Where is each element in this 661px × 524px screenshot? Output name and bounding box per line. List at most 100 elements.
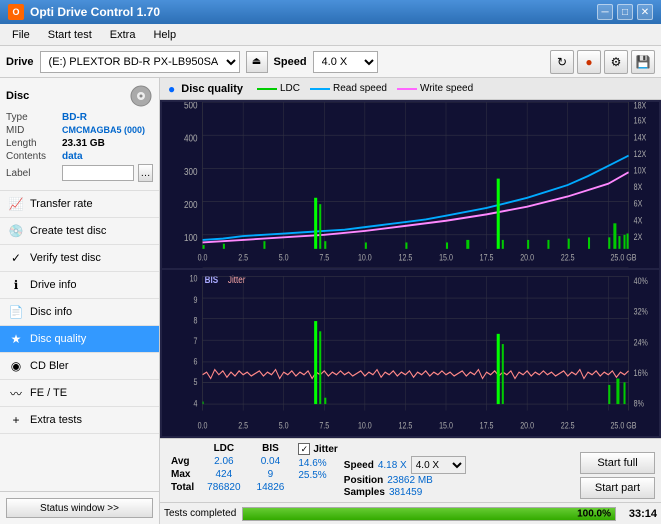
nav-disc-quality[interactable]: ★ Disc quality bbox=[0, 326, 159, 353]
lower-chart: BIS Jitter bbox=[162, 270, 659, 436]
svg-text:8: 8 bbox=[194, 316, 198, 326]
menu-file[interactable]: File bbox=[4, 27, 38, 43]
svg-text:7.5: 7.5 bbox=[319, 421, 329, 431]
nav-verify-test-disc[interactable]: ✓ Verify test disc bbox=[0, 245, 159, 272]
jitter-label: Jitter bbox=[313, 444, 337, 455]
speed-label: Speed bbox=[274, 56, 307, 68]
svg-text:8%: 8% bbox=[634, 399, 644, 409]
svg-text:5.0: 5.0 bbox=[279, 421, 289, 431]
length-label: Length bbox=[6, 138, 58, 149]
upper-chart: 500 400 300 200 100 18X 16X 14X 12X 10X … bbox=[162, 102, 659, 268]
speed-stat-label: Speed bbox=[344, 460, 374, 471]
svg-text:25.0 GB: 25.0 GB bbox=[610, 421, 636, 431]
type-label: Type bbox=[6, 112, 58, 123]
svg-text:300: 300 bbox=[184, 166, 198, 177]
minimize-button[interactable]: ─ bbox=[597, 4, 613, 20]
save-button[interactable]: 💾 bbox=[631, 50, 655, 74]
jitter-checkbox[interactable]: ✓ bbox=[298, 443, 310, 455]
menu-extra[interactable]: Extra bbox=[102, 27, 144, 43]
menu-bar: File Start test Extra Help bbox=[0, 24, 661, 46]
start-full-button[interactable]: Start full bbox=[580, 452, 655, 474]
svg-text:BIS: BIS bbox=[205, 274, 219, 285]
create-test-disc-icon: 💿 bbox=[8, 223, 24, 239]
settings-button[interactable]: ⚙ bbox=[604, 50, 628, 74]
start-part-button[interactable]: Start part bbox=[580, 477, 655, 499]
nav-cd-bler[interactable]: ◉ CD Bler bbox=[0, 353, 159, 380]
refresh-button[interactable]: ↻ bbox=[550, 50, 574, 74]
content-area: ● Disc quality LDC Read speed Write spee… bbox=[160, 78, 661, 524]
svg-text:5: 5 bbox=[194, 377, 198, 387]
contents-value: data bbox=[62, 151, 83, 162]
time-display: 33:14 bbox=[622, 508, 657, 520]
nav-create-test-disc[interactable]: 💿 Create test disc bbox=[0, 218, 159, 245]
svg-text:9: 9 bbox=[194, 295, 198, 305]
svg-text:10X: 10X bbox=[634, 166, 647, 176]
close-button[interactable]: ✕ bbox=[637, 4, 653, 20]
burn-button[interactable]: ● bbox=[577, 50, 601, 74]
samples-value: 381459 bbox=[389, 487, 422, 498]
svg-text:16%: 16% bbox=[634, 368, 648, 378]
speed-stat-value: 4.18 X bbox=[378, 460, 407, 471]
svg-text:15.0: 15.0 bbox=[439, 421, 453, 431]
label-input[interactable] bbox=[62, 165, 134, 181]
nav-disc-info[interactable]: 📄 Disc info bbox=[0, 299, 159, 326]
write-speed-legend-color bbox=[397, 88, 417, 90]
mid-value: CMCMAGBA5 (000) bbox=[62, 125, 145, 135]
dq-title: Disc quality bbox=[181, 83, 243, 95]
status-window-button[interactable]: Status window >> bbox=[6, 498, 153, 518]
drive-info-label: Drive info bbox=[30, 279, 76, 291]
fe-te-label: FE / TE bbox=[30, 387, 67, 399]
app-title: Opti Drive Control 1.70 bbox=[30, 5, 160, 19]
max-ldc: 424 bbox=[199, 468, 248, 481]
svg-text:7.5: 7.5 bbox=[319, 253, 329, 263]
transfer-rate-icon: 📈 bbox=[8, 196, 24, 212]
bis-header: BIS bbox=[249, 442, 293, 455]
label-browse-button[interactable]: … bbox=[138, 164, 153, 182]
svg-text:20.0: 20.0 bbox=[520, 421, 534, 431]
fe-te-icon: 〰 bbox=[8, 385, 24, 401]
menu-start-test[interactable]: Start test bbox=[40, 27, 100, 43]
speed-select[interactable]: 4.0 X bbox=[313, 51, 378, 73]
read-speed-legend-color bbox=[310, 88, 330, 90]
total-ldc: 786820 bbox=[199, 481, 248, 494]
avg-jitter: 14.6% bbox=[298, 458, 337, 469]
nav-transfer-rate[interactable]: 📈 Transfer rate bbox=[0, 191, 159, 218]
maximize-button[interactable]: □ bbox=[617, 4, 633, 20]
drive-bar: Drive (E:) PLEXTOR BD-R PX-LB950SA 1.06 … bbox=[0, 46, 661, 78]
disc-info-icon: 📄 bbox=[8, 304, 24, 320]
extra-tests-label: Extra tests bbox=[30, 414, 82, 426]
cd-bler-label: CD Bler bbox=[30, 360, 69, 372]
total-label: Total bbox=[166, 481, 199, 494]
nav-fe-te[interactable]: 〰 FE / TE bbox=[0, 380, 159, 407]
menu-help[interactable]: Help bbox=[145, 27, 184, 43]
svg-text:2.5: 2.5 bbox=[238, 421, 248, 431]
svg-text:10.0: 10.0 bbox=[358, 253, 372, 263]
svg-text:100: 100 bbox=[184, 232, 198, 243]
nav-drive-info[interactable]: ℹ Drive info bbox=[0, 272, 159, 299]
cd-bler-icon: ◉ bbox=[8, 358, 24, 374]
max-label: Max bbox=[166, 468, 199, 481]
bottom-panel: LDC BIS Avg 2.06 0.04 Max 424 9 bbox=[160, 438, 661, 502]
title-bar: O Opti Drive Control 1.70 ─ □ ✕ bbox=[0, 0, 661, 24]
eject-button[interactable]: ⏏ bbox=[246, 51, 268, 73]
ldc-legend-label: LDC bbox=[280, 83, 300, 94]
nav-extra-tests[interactable]: + Extra tests bbox=[0, 407, 159, 434]
verify-test-disc-icon: ✓ bbox=[8, 250, 24, 266]
charts-container: 500 400 300 200 100 18X 16X 14X 12X 10X … bbox=[160, 100, 661, 438]
svg-text:12.5: 12.5 bbox=[399, 421, 413, 431]
ldc-header: LDC bbox=[199, 442, 248, 455]
svg-text:7: 7 bbox=[194, 336, 198, 346]
svg-text:20.0: 20.0 bbox=[520, 253, 534, 263]
mid-label: MID bbox=[6, 125, 58, 136]
progress-area: Tests completed 100.0% 33:14 bbox=[160, 502, 661, 524]
drive-select[interactable]: (E:) PLEXTOR BD-R PX-LB950SA 1.06 bbox=[40, 51, 240, 73]
total-bis: 14826 bbox=[249, 481, 293, 494]
app-icon: O bbox=[8, 4, 24, 20]
drive-label: Drive bbox=[6, 56, 34, 68]
svg-text:200: 200 bbox=[184, 199, 198, 210]
speed-stat-select[interactable]: 4.0 X bbox=[411, 456, 466, 474]
svg-text:5.0: 5.0 bbox=[279, 253, 289, 263]
svg-text:10.0: 10.0 bbox=[358, 421, 372, 431]
svg-text:17.5: 17.5 bbox=[480, 253, 494, 263]
dq-header-icon: ● bbox=[168, 82, 175, 96]
